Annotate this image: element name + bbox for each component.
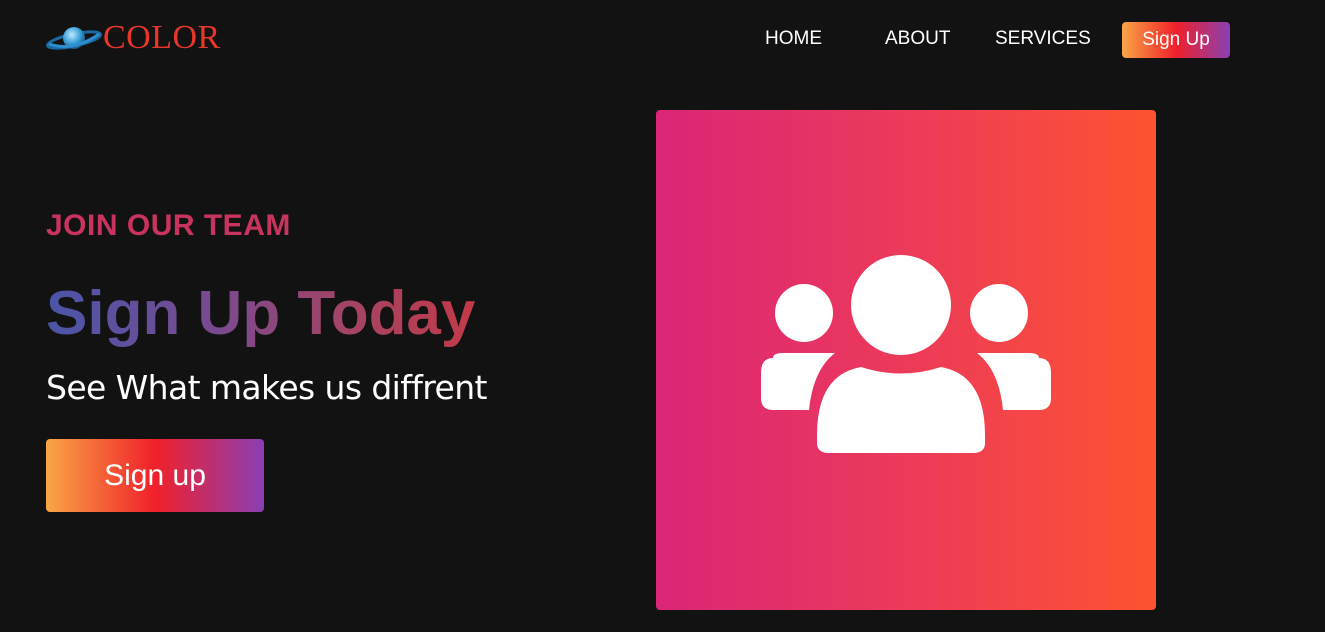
navbar: COLOR HOME ABOUT SERVICES Sign Up xyxy=(0,0,1325,80)
brand-name: COLOR xyxy=(103,19,221,56)
nav-about-link[interactable]: ABOUT xyxy=(885,28,950,50)
nav-home-link[interactable]: HOME xyxy=(765,28,822,50)
nav-signup-button[interactable]: Sign Up xyxy=(1122,22,1230,58)
hero-illustration xyxy=(656,110,1156,610)
nav-services-link[interactable]: SERVICES xyxy=(995,28,1091,50)
planet-icon xyxy=(46,27,102,50)
hero-eyebrow: JOIN OUR TEAM xyxy=(46,209,291,242)
users-group-icon xyxy=(761,255,1051,453)
brand-logo[interactable]: COLOR xyxy=(45,20,221,56)
hero-subhead: See What makes us diffrent xyxy=(46,368,487,407)
hero-headline: Sign Up Today xyxy=(46,279,476,348)
page: COLOR HOME ABOUT SERVICES Sign Up JOIN O… xyxy=(0,0,1325,632)
hero-signup-button[interactable]: Sign up xyxy=(46,439,264,512)
